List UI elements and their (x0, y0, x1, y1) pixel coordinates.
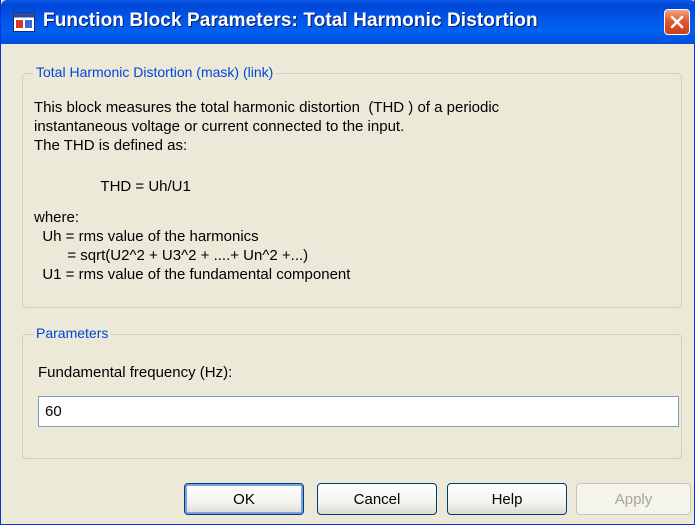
description-where: where: (34, 209, 80, 226)
description-u1-def: U1 = rms value of the fundamental compon… (34, 266, 351, 283)
description-formula: THD = Uh/U1 (34, 178, 191, 195)
close-icon (670, 15, 684, 29)
ok-button[interactable]: OK (184, 483, 304, 515)
description-legend: Total Harmonic Distortion (mask) (link) (33, 64, 277, 80)
frequency-input[interactable] (38, 396, 679, 427)
cancel-button[interactable]: Cancel (317, 483, 437, 515)
frequency-label: Fundamental frequency (Hz): (38, 364, 233, 381)
description-uh-formula: = sqrt(U2^2 + U3^2 + ....+ Un^2 +...) (34, 247, 309, 264)
simulink-block-icon (13, 12, 35, 32)
close-button[interactable] (664, 9, 690, 35)
description-uh-def: Uh = rms value of the harmonics (34, 228, 259, 245)
title-bar[interactable]: Function Block Parameters: Total Harmoni… (1, 0, 695, 44)
window-title: Function Block Parameters: Total Harmoni… (43, 10, 538, 31)
apply-button[interactable]: Apply (576, 483, 691, 515)
description-line-1: This block measures the total harmonic d… (34, 99, 500, 116)
dialog-window: Function Block Parameters: Total Harmoni… (0, 0, 695, 525)
description-line-3: The THD is defined as: (34, 137, 188, 154)
description-line-2: instantaneous voltage or current connect… (34, 118, 405, 135)
help-button[interactable]: Help (447, 483, 567, 515)
parameters-legend: Parameters (33, 325, 112, 341)
